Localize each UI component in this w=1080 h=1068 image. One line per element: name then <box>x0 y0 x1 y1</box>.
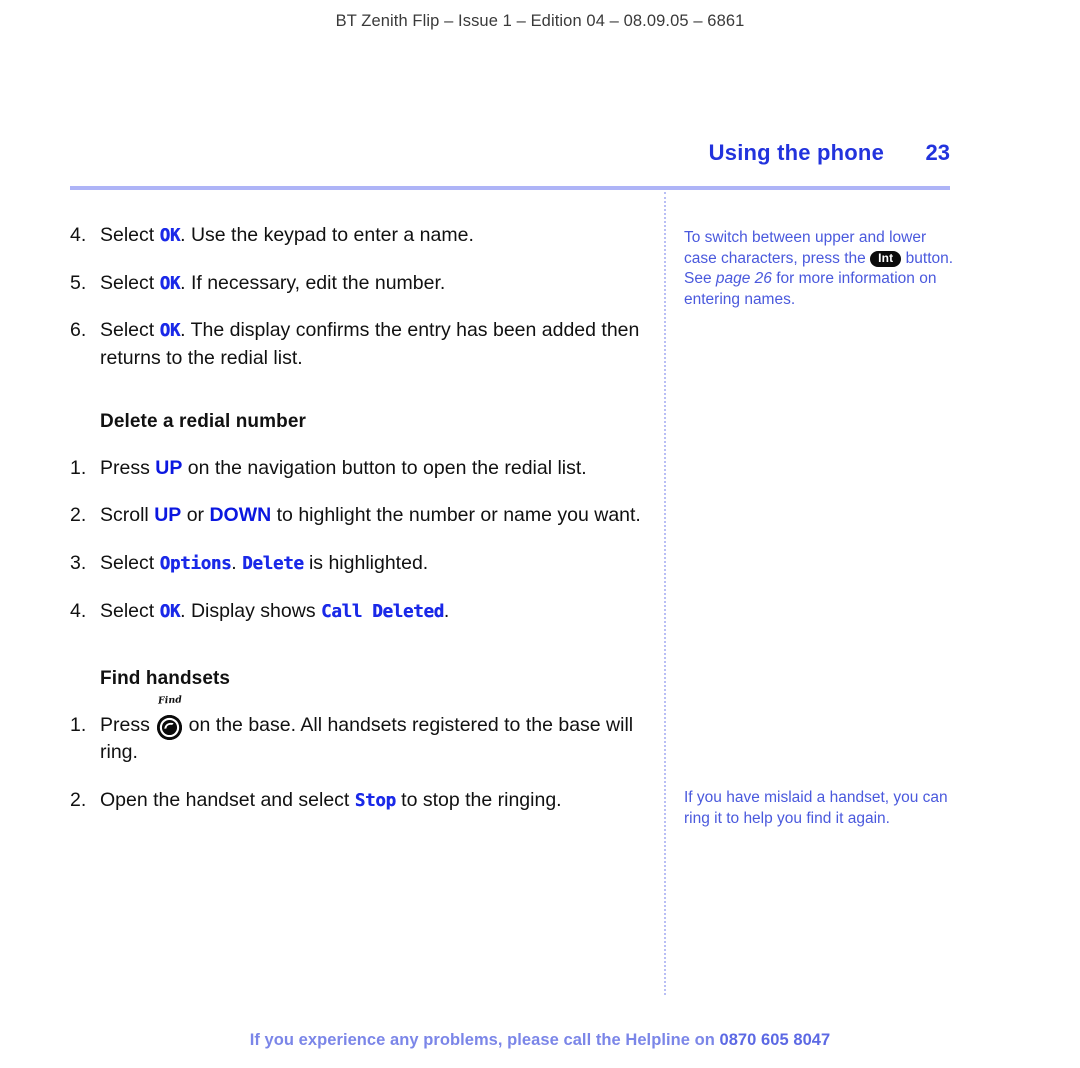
main-content-column: 4. Select OK. Use the keypad to enter a n… <box>70 222 650 835</box>
title-divider-rule <box>70 186 950 190</box>
step-text: Select OK. Use the keypad to enter a nam… <box>100 222 650 250</box>
page-title: Using the phone <box>708 140 884 165</box>
text-run: . <box>231 552 243 575</box>
text-run: . <box>443 599 450 622</box>
text-run: Select <box>100 224 160 246</box>
text-run: Press <box>100 456 156 479</box>
page-footer: If you experience any problems, please c… <box>0 1031 1080 1050</box>
text-run: If you have mislaid a handset, you can r… <box>684 789 948 828</box>
display-text: OK <box>159 226 181 246</box>
text-run: Press <box>100 713 156 736</box>
sidebar-note: If you have mislaid a handset, you can r… <box>684 788 954 829</box>
display-text: OK <box>159 273 181 294</box>
footer-text: If you experience any problems, please c… <box>249 1031 720 1049</box>
step-number: 1. <box>70 713 87 736</box>
numbered-step: 4. Select OK. Use the keypad to enter a n… <box>70 222 650 250</box>
section-heading: Delete a redial number <box>100 410 306 432</box>
display-text: Stop <box>354 790 396 811</box>
text-run: Open the handset and select <box>100 788 355 811</box>
numbered-step: 6. Select OK. The display confirms the en… <box>70 317 650 372</box>
numbered-step: 4. Select OK. Display shows Call Deleted. <box>70 598 650 626</box>
key-label: DOWN <box>209 504 272 527</box>
step-number: 4. <box>70 599 87 622</box>
find-icon-circle <box>157 714 183 740</box>
step-number: 4. <box>70 224 87 246</box>
page-cross-reference: page 26 <box>715 270 772 288</box>
step-number: 3. <box>70 552 87 575</box>
sidebar-note: To switch between upper and lower case c… <box>684 228 954 310</box>
step-text: Select Options. Delete is highlighted. <box>100 550 650 578</box>
numbered-step: 5. Select OK. If necessary, edit the numb… <box>70 270 650 298</box>
step-text: Open the handset and select Stop to stop… <box>100 787 650 815</box>
numbered-step: 3. Select Options. Delete is highlighted. <box>70 550 650 578</box>
text-run: . Display shows <box>180 599 321 622</box>
text-run: is highlighted. <box>303 552 429 575</box>
text-run: or <box>181 504 210 527</box>
numbered-step: 2. Open the handset and select Stop to st… <box>70 787 650 815</box>
step-text: Select OK. If necessary, edit the number… <box>100 270 650 298</box>
step-text: Select OK. The display confirms the entr… <box>100 317 650 372</box>
text-run: to stop the ringing. <box>395 788 562 811</box>
section-heading: Find handsets <box>100 667 231 689</box>
text-run: to highlight the number or name you want… <box>271 504 641 527</box>
column-divider <box>664 192 666 995</box>
numbered-step: 1. Press UP on the navigation button to o… <box>70 455 650 483</box>
helpline-phone-number: 0870 605 8047 <box>719 1031 831 1049</box>
step-text: Select OK. Display shows Call Deleted. <box>100 598 650 626</box>
text-run: Select <box>100 271 160 294</box>
step-text: Press Find on the base. All handsets reg… <box>100 694 650 767</box>
text-run: . Use the keypad to enter a name. <box>180 224 474 246</box>
running-header: BT Zenith Flip – Issue 1 – Edition 04 – … <box>335 12 745 30</box>
step-number: 2. <box>70 788 87 811</box>
text-run: . If necessary, edit the number. <box>180 271 446 294</box>
text-run: Scroll <box>100 504 155 527</box>
display-text: Options <box>159 554 232 575</box>
step-text: Press UP on the navigation button to ope… <box>100 455 650 483</box>
display-text: Delete <box>242 554 304 575</box>
page-title-row: Using the phone 23 <box>70 140 950 166</box>
key-label: UP <box>155 456 183 479</box>
display-text: OK <box>159 601 181 622</box>
sidebar-notes-column: To switch between upper and lower case c… <box>684 228 954 830</box>
step-number: 2. <box>70 504 87 527</box>
text-run: Select <box>100 552 160 575</box>
page-number: 23 <box>925 140 950 165</box>
step-number: 5. <box>70 271 87 294</box>
step-number: 6. <box>70 319 87 342</box>
int-button-badge: Int <box>870 250 902 268</box>
display-text: OK <box>159 321 181 342</box>
text-run: Select <box>100 599 160 622</box>
step-number: 1. <box>70 456 87 479</box>
step-text: Scroll UP or DOWN to highlight the numbe… <box>100 502 650 530</box>
numbered-step: 2. Scroll UP or DOWN to highlight the num… <box>70 502 650 530</box>
display-text: Call Deleted <box>321 601 444 622</box>
text-run: on the navigation button to open the red… <box>182 456 587 479</box>
numbered-step: 1. Press Find on the base. All handsets r… <box>70 694 650 767</box>
find-icon-label: Find <box>158 693 183 707</box>
text-run: . The display confirms the entry has bee… <box>100 319 640 370</box>
key-label: UP <box>154 504 182 527</box>
find-button-icon: Find <box>155 694 183 740</box>
text-run: Select <box>100 319 160 342</box>
